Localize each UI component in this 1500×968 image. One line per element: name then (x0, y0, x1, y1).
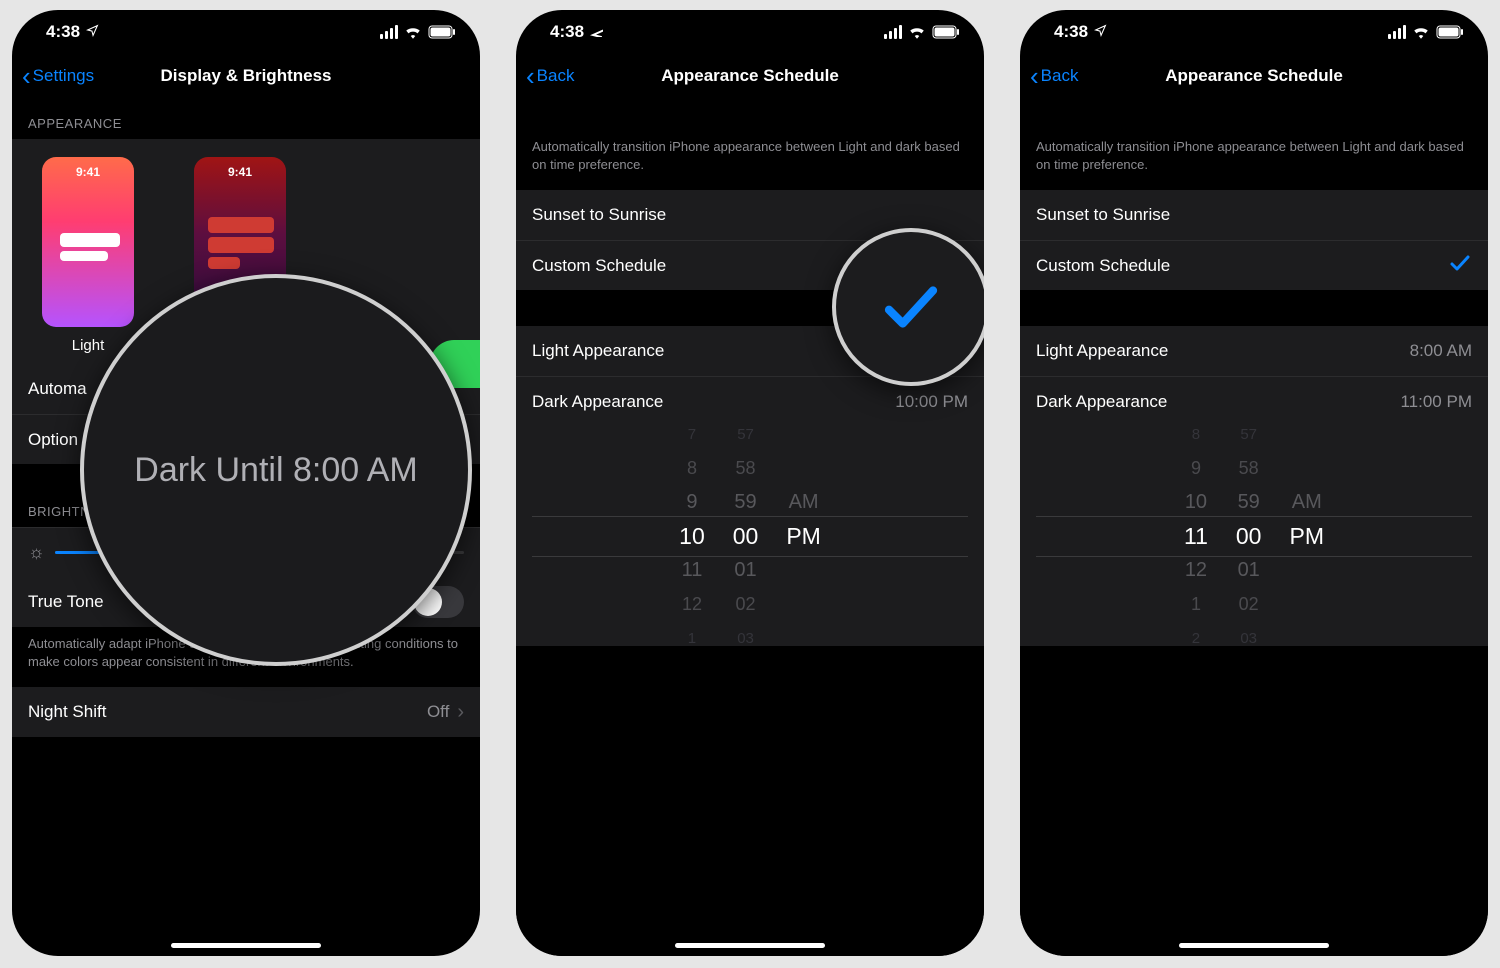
back-button[interactable]: ‹ Back (1030, 63, 1078, 89)
zoom-text: Dark Until 8:00 AM (134, 451, 417, 490)
navbar: ‹ Back Appearance Schedule (516, 54, 984, 98)
chevron-left-icon: ‹ (22, 63, 31, 89)
dark-appearance-row[interactable]: Dark Appearance 11:00 PM (1020, 376, 1488, 426)
dark-appearance-time: 10:00 PM (895, 392, 968, 412)
picker-hour-column[interactable]: 8 9 10 11 12 1 2 (1170, 420, 1222, 652)
light-label: Light (72, 337, 105, 354)
picker-minute-column[interactable]: 57 58 59 00 01 02 03 (1222, 420, 1276, 652)
chevron-left-icon: ‹ (526, 63, 535, 89)
back-button[interactable]: ‹ Back (526, 63, 574, 89)
status-time: 4:38 (1054, 22, 1088, 42)
home-indicator[interactable] (675, 943, 825, 948)
time-picker[interactable]: 7 8 9 10 11 12 1 57 58 59 00 01 02 03 AM… (516, 426, 984, 646)
navbar: ‹ Settings Display & Brightness (12, 54, 480, 98)
back-label: Back (1041, 66, 1079, 86)
home-indicator[interactable] (1179, 943, 1329, 948)
battery-icon (932, 25, 960, 39)
custom-schedule-row[interactable]: Custom Schedule (1020, 240, 1488, 290)
sunset-label: Sunset to Sunrise (532, 205, 666, 225)
true-tone-label: True Tone (28, 592, 104, 612)
brightness-low-icon: ☼ (28, 542, 45, 563)
appearance-header: APPEARANCE (12, 98, 480, 139)
picker-hour-column[interactable]: 7 8 9 10 11 12 1 (665, 420, 719, 652)
wifi-icon (1412, 25, 1430, 39)
location-icon (590, 24, 603, 40)
preview-clock: 9:41 (194, 165, 286, 179)
chevron-left-icon: ‹ (1030, 63, 1039, 89)
sunset-to-sunrise-row[interactable]: Sunset to Sunrise (1020, 190, 1488, 240)
cellular-icon (1388, 25, 1406, 39)
picker-minute-column[interactable]: 57 58 59 00 01 02 03 (719, 420, 773, 652)
picker-ampm-column[interactable]: AM PM . (1275, 488, 1338, 584)
status-bar: 4:38 (516, 10, 984, 54)
navbar: ‹ Back Appearance Schedule (1020, 54, 1488, 98)
status-time: 4:38 (550, 22, 584, 42)
custom-label: Custom Schedule (532, 256, 666, 276)
zoom-callout: Dark Until 8:00 AM (80, 274, 472, 666)
zoom-callout-check (832, 228, 984, 386)
dark-appearance-time: 11:00 PM (1400, 392, 1472, 412)
dark-appearance-label: Dark Appearance (1036, 392, 1167, 412)
preview-clock: 9:41 (42, 165, 134, 179)
light-appearance-row[interactable]: Light Appearance 8:00 AM (1020, 326, 1488, 376)
night-shift-row[interactable]: Night Shift Off › (12, 687, 480, 737)
schedule-description: Automatically transition iPhone appearan… (516, 98, 984, 190)
night-shift-label: Night Shift (28, 702, 106, 722)
automatic-label: Automa (28, 379, 87, 399)
sunset-label: Sunset to Sunrise (1036, 205, 1170, 225)
screen-appearance-schedule-a: 4:38 ‹ Back Appearance Schedule Automati… (516, 10, 984, 956)
picker-ampm-column[interactable]: AM PM . (772, 488, 835, 584)
screen-display-brightness: 4:38 ‹ Settings Display & Brightness APP… (12, 10, 480, 956)
options-label: Option (28, 430, 78, 450)
wifi-icon (908, 25, 926, 39)
appearance-option-light[interactable]: 9:41 Light (42, 157, 134, 354)
night-shift-value: Off (427, 702, 449, 722)
light-preview-thumbnail: 9:41 (42, 157, 134, 327)
time-picker[interactable]: 8 9 10 11 12 1 2 57 58 59 00 01 02 03 AM… (1020, 426, 1488, 646)
light-appearance-label: Light Appearance (1036, 341, 1168, 361)
custom-label: Custom Schedule (1036, 256, 1170, 276)
location-icon (1094, 24, 1107, 40)
light-appearance-label: Light Appearance (532, 341, 664, 361)
status-bar: 4:38 (1020, 10, 1488, 54)
dark-appearance-label: Dark Appearance (532, 392, 663, 412)
battery-icon (428, 25, 456, 39)
wifi-icon (404, 25, 422, 39)
chevron-right-icon: › (457, 701, 464, 724)
location-icon (86, 24, 99, 40)
status-time: 4:38 (46, 22, 80, 42)
back-label: Back (537, 66, 575, 86)
light-appearance-time: 8:00 AM (1410, 341, 1472, 361)
schedule-description: Automatically transition iPhone appearan… (1020, 98, 1488, 190)
home-indicator[interactable] (171, 943, 321, 948)
battery-icon (1436, 25, 1464, 39)
cellular-icon (884, 25, 902, 39)
checkmark-icon (1448, 251, 1472, 280)
status-bar: 4:38 (12, 10, 480, 54)
back-label: Settings (33, 66, 94, 86)
page-title: Display & Brightness (161, 66, 332, 86)
cellular-icon (380, 25, 398, 39)
back-button[interactable]: ‹ Settings (22, 63, 94, 89)
screen-appearance-schedule-b: 4:38 ‹ Back Appearance Schedule Automati… (1020, 10, 1488, 956)
page-title: Appearance Schedule (661, 66, 839, 86)
page-title: Appearance Schedule (1165, 66, 1343, 86)
